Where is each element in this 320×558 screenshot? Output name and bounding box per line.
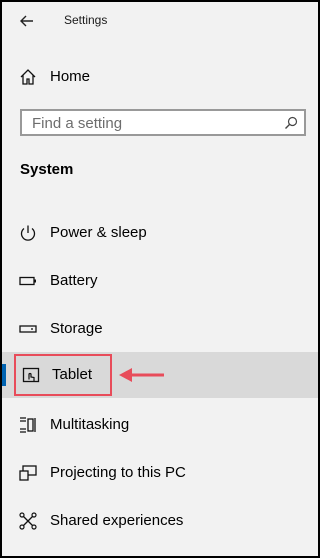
- power-icon: [20, 225, 36, 241]
- tablet-icon: [22, 367, 40, 383]
- projecting-icon: [19, 465, 37, 481]
- back-button[interactable]: [14, 10, 40, 32]
- nav-item-battery[interactable]: Battery: [2, 258, 318, 304]
- settings-window: Settings Home Find a setting System Powe…: [0, 0, 320, 558]
- nav-item-label: Projecting to this PC: [50, 464, 186, 481]
- nav-item-power-sleep[interactable]: Power & sleep: [2, 210, 318, 256]
- window-title: Settings: [64, 13, 108, 27]
- nav-item-label: Battery: [50, 272, 98, 289]
- selection-indicator: [2, 364, 6, 386]
- nav-item-tablet[interactable]: Tablet: [2, 352, 318, 398]
- battery-icon: [19, 276, 36, 286]
- search-placeholder: Find a setting: [32, 115, 123, 132]
- multitasking-icon: [20, 417, 36, 433]
- back-arrow-icon: [20, 15, 33, 27]
- nav-item-shared-experiences[interactable]: Shared experiences: [2, 498, 318, 544]
- home-icon: [20, 69, 36, 85]
- nav-item-label: Multitasking: [50, 416, 130, 433]
- home-nav-item[interactable]: Home: [2, 60, 318, 94]
- search-icon: [285, 116, 298, 129]
- nav-item-projecting[interactable]: Projecting to this PC: [2, 450, 318, 496]
- nav-item-multitasking[interactable]: Multitasking: [2, 402, 318, 448]
- shared-experiences-icon: [19, 512, 37, 530]
- home-label: Home: [50, 68, 91, 85]
- section-heading: System: [20, 161, 74, 178]
- annotation-arrow: [119, 368, 164, 382]
- nav-item-storage[interactable]: Storage: [2, 306, 318, 352]
- storage-icon: [19, 325, 37, 333]
- nav-item-label: Shared experiences: [50, 512, 184, 529]
- title-bar: Settings: [2, 2, 318, 40]
- search-input[interactable]: Find a setting: [20, 109, 306, 136]
- nav-item-label: Power & sleep: [50, 224, 147, 241]
- nav-item-label: Storage: [50, 320, 103, 337]
- nav-item-label: Tablet: [52, 366, 93, 383]
